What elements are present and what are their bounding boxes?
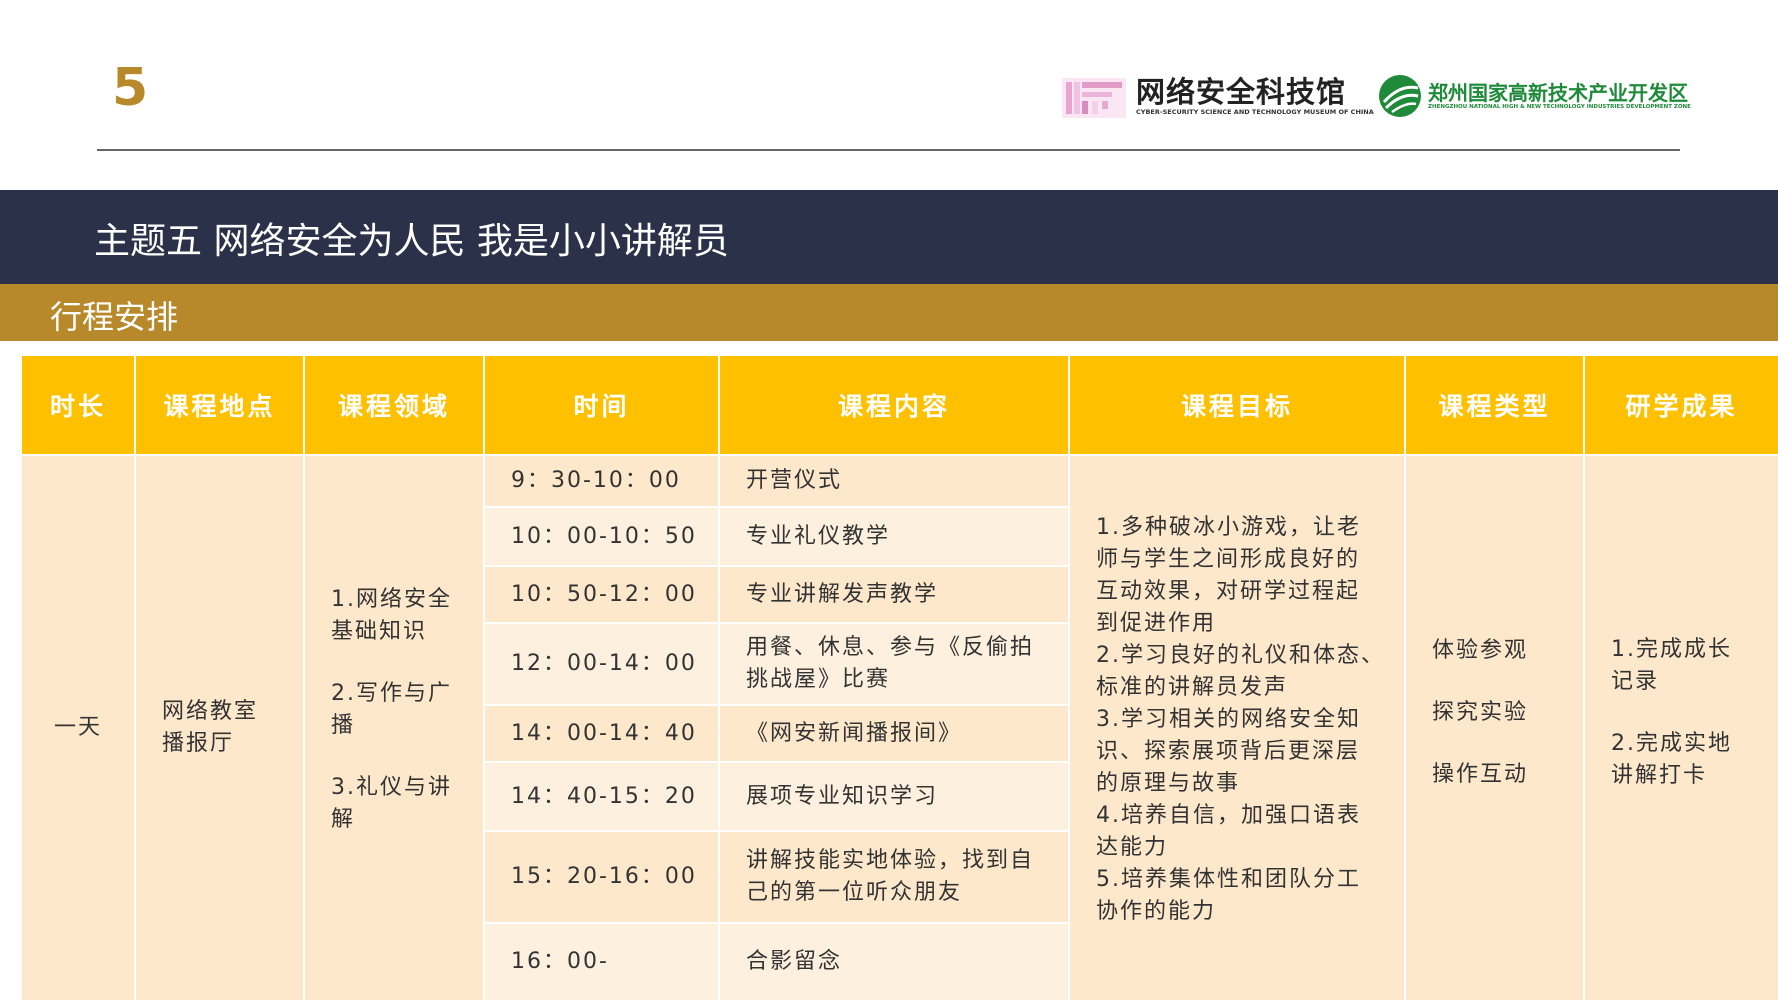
header-cell: 时间: [485, 356, 718, 454]
header-cell: 课程地点: [136, 356, 303, 454]
page-number: 5: [112, 58, 149, 118]
type-item: 探究实验: [1432, 700, 1529, 725]
type-item: 体验参观: [1432, 638, 1529, 663]
content-cell: 用餐、休息、参与《反偷拍 挑战屋》比赛: [720, 624, 1068, 704]
header-cell: 课程内容: [720, 356, 1068, 454]
content-cell: 展项专业知识学习: [720, 763, 1068, 830]
section-title: 行程安排: [50, 298, 179, 336]
time-cell: 12：00-14：00: [485, 624, 718, 704]
content-cell: 合影留念: [720, 924, 1068, 1000]
result-item: 1.完成成长 记录: [1611, 637, 1732, 694]
content-cell: 讲解技能实地体验，找到自 己的第一位听众朋友: [720, 832, 1068, 922]
result-item: 2.完成实地 讲解打卡: [1611, 731, 1732, 788]
goals-cell: 1.多种破冰小游戏，让老 师与学生之间形成良好的 互动效果，对研学过程起 到促进…: [1070, 456, 1404, 1000]
content-cell: 专业讲解发声教学: [720, 567, 1068, 622]
goals-list: 1.多种破冰小游戏，让老 师与学生之间形成良好的 互动效果，对研学过程起 到促进…: [1096, 515, 1385, 924]
location-line: 网络教室: [162, 699, 259, 724]
types-cell: 体验参观 探究实验 操作互动: [1406, 456, 1583, 1000]
time-cell: 15：20-16：00: [485, 832, 718, 922]
domain-item: 3.礼仪与讲解: [331, 775, 452, 832]
domain-item: 2.写作与广播: [331, 681, 452, 738]
header-cell: 时长: [22, 356, 134, 454]
page-title: 主题五 网络安全为人民 我是小小讲解员: [94, 221, 729, 262]
zone-logo-name: 郑州国家高新技术产业开发区: [1428, 81, 1688, 105]
zone-logo-name-en: ZHENGZHOU NATIONAL HIGH & NEW TECHNOLOGY…: [1428, 104, 1691, 110]
time-cell: 16：00-: [485, 924, 718, 1000]
duration-cell: 一天: [22, 456, 134, 1000]
type-item: 操作互动: [1432, 762, 1529, 787]
location-line: 播报厅: [162, 731, 235, 756]
content-cell: 专业礼仪教学: [720, 508, 1068, 565]
museum-logo-name: 网络安全科技馆: [1136, 75, 1347, 109]
time-cell: 14：00-14：40: [485, 706, 718, 761]
zone-logo-icon: [1379, 75, 1421, 117]
domain-item: 1.网络安全 基础知识: [331, 587, 452, 644]
content-cell: 开营仪式: [720, 456, 1068, 506]
results-cell: 1.完成成长 记录 2.完成实地 讲解打卡: [1585, 456, 1778, 1000]
header-logos: 网络安全科技馆 CYBER-SECURITY SCIENCE AND TECHN…: [1062, 74, 1691, 126]
time-cell: 9：30-10：00: [485, 456, 718, 506]
location-cell: 网络教室 播报厅: [136, 456, 303, 1000]
museum-logo-name-en: CYBER-SECURITY SCIENCE AND TECHNOLOGY MU…: [1136, 108, 1374, 116]
header-cell: 课程类型: [1406, 356, 1583, 454]
domain-cell: 1.网络安全 基础知识 2.写作与广播 3.礼仪与讲解: [305, 456, 483, 1000]
content-cell: 《网安新闻播报间》: [720, 706, 1068, 761]
header-cell: 研学成果: [1585, 356, 1778, 454]
header-cell: 课程目标: [1070, 356, 1404, 454]
museum-logo-icon: [1062, 78, 1126, 118]
header-divider: [97, 149, 1680, 151]
section-bar: 行程安排: [0, 284, 1778, 341]
duration-value: 一天: [53, 715, 102, 740]
time-cell: 14：40-15：20: [485, 763, 718, 830]
title-bar: 主题五 网络安全为人民 我是小小讲解员: [0, 190, 1778, 284]
time-cell: 10：50-12：00: [485, 567, 718, 622]
time-cell: 10：00-10：50: [485, 508, 718, 565]
header-cell: 课程领域: [305, 356, 483, 454]
